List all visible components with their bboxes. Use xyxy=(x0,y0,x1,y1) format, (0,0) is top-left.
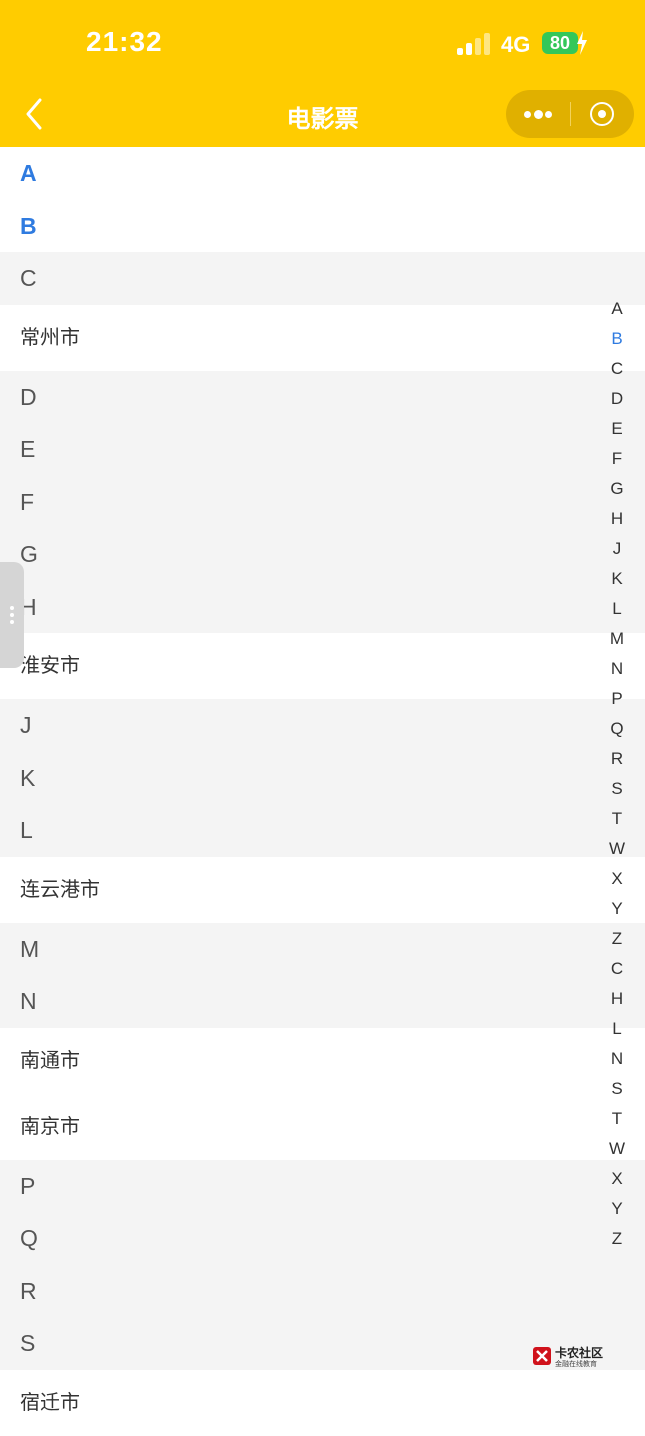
more-options-button[interactable] xyxy=(506,90,570,138)
index-letter[interactable]: S xyxy=(605,1074,629,1104)
index-letter[interactable]: W xyxy=(605,834,629,864)
section-header-p: P xyxy=(0,1159,645,1212)
alphabet-index[interactable]: ABCDEFGHJKLMNPQRSTWXYZCHLNSTWXYZ xyxy=(605,294,629,1254)
section-header-a: A xyxy=(0,147,645,200)
signal-strength-icon xyxy=(457,33,491,55)
index-letter[interactable]: A xyxy=(605,294,629,324)
kanong-logo-icon xyxy=(533,1347,551,1365)
mini-program-capsule xyxy=(506,90,634,138)
status-time: 21:32 xyxy=(86,26,163,57)
section-header-e: E xyxy=(0,423,645,476)
index-letter[interactable]: Y xyxy=(605,894,629,924)
index-letter[interactable]: G xyxy=(605,474,629,504)
index-letter[interactable]: H xyxy=(605,984,629,1014)
section-header-d: D xyxy=(0,370,645,423)
section-header-c: C xyxy=(0,252,645,305)
section-header-r: R xyxy=(0,1264,645,1317)
section-header-b: B xyxy=(0,199,645,252)
index-letter[interactable]: C xyxy=(605,954,629,984)
index-letter[interactable]: C xyxy=(605,354,629,384)
section-header-l: L xyxy=(0,804,645,857)
index-letter[interactable]: Z xyxy=(605,1224,629,1254)
index-letter[interactable]: T xyxy=(605,804,629,834)
index-letter[interactable]: S xyxy=(605,774,629,804)
city-item[interactable]: 南京市 xyxy=(0,1093,645,1160)
city-item[interactable]: 连云港市 xyxy=(0,856,645,923)
city-item[interactable]: 常州市 xyxy=(0,304,645,371)
capsule-divider xyxy=(570,102,571,126)
city-item[interactable]: 宿迁市 xyxy=(0,1369,645,1436)
battery-indicator: 80 xyxy=(542,32,578,54)
index-letter[interactable]: M xyxy=(605,624,629,654)
index-letter[interactable]: X xyxy=(605,864,629,894)
index-letter[interactable]: F xyxy=(605,444,629,474)
section-header-n: N xyxy=(0,975,645,1028)
section-header-m: M xyxy=(0,922,645,975)
city-list: A B C 常州市 D E F G H 淮安市 J K L 连云港市 M N 南通市 南京市 P Q R S 宿迁市 xyxy=(0,147,645,1436)
index-letter[interactable]: Q xyxy=(605,714,629,744)
close-mini-program-button[interactable] xyxy=(590,102,614,126)
section-header-g: G xyxy=(0,528,645,581)
network-type: 4G xyxy=(501,32,531,57)
section-header-h: H xyxy=(0,580,645,633)
section-header-k: K xyxy=(0,751,645,804)
section-header-f: F xyxy=(0,475,645,528)
index-letter[interactable]: J xyxy=(605,534,629,564)
index-letter[interactable]: T xyxy=(605,1104,629,1134)
index-letter[interactable]: N xyxy=(605,654,629,684)
city-item[interactable]: 淮安市 xyxy=(0,633,645,699)
index-letter[interactable]: L xyxy=(605,594,629,624)
index-letter[interactable]: L xyxy=(605,1014,629,1044)
index-letter[interactable]: N xyxy=(605,1044,629,1074)
index-letter[interactable]: D xyxy=(605,384,629,414)
charging-bolt-icon xyxy=(577,31,587,55)
index-letter[interactable]: H xyxy=(605,504,629,534)
side-drawer-handle[interactable] xyxy=(0,562,24,668)
index-letter[interactable]: K xyxy=(605,564,629,594)
city-item[interactable]: 南通市 xyxy=(0,1027,645,1094)
nav-bar: 21:32 4G 80 电影票 xyxy=(0,0,645,147)
section-header-q: Q xyxy=(0,1212,645,1265)
index-letter[interactable]: X xyxy=(605,1164,629,1194)
watermark: 卡农社区 金融在线教育 xyxy=(531,1344,611,1370)
index-letter[interactable]: E xyxy=(605,414,629,444)
watermark-tagline: 金融在线教育 xyxy=(555,1361,597,1368)
index-letter[interactable]: P xyxy=(605,684,629,714)
index-letter[interactable]: Z xyxy=(605,924,629,954)
index-letter[interactable]: Y xyxy=(605,1194,629,1224)
index-letter[interactable]: R xyxy=(605,744,629,774)
section-header-j: J xyxy=(0,699,645,752)
index-letter[interactable]: B xyxy=(605,324,629,354)
index-letter[interactable]: W xyxy=(605,1134,629,1164)
